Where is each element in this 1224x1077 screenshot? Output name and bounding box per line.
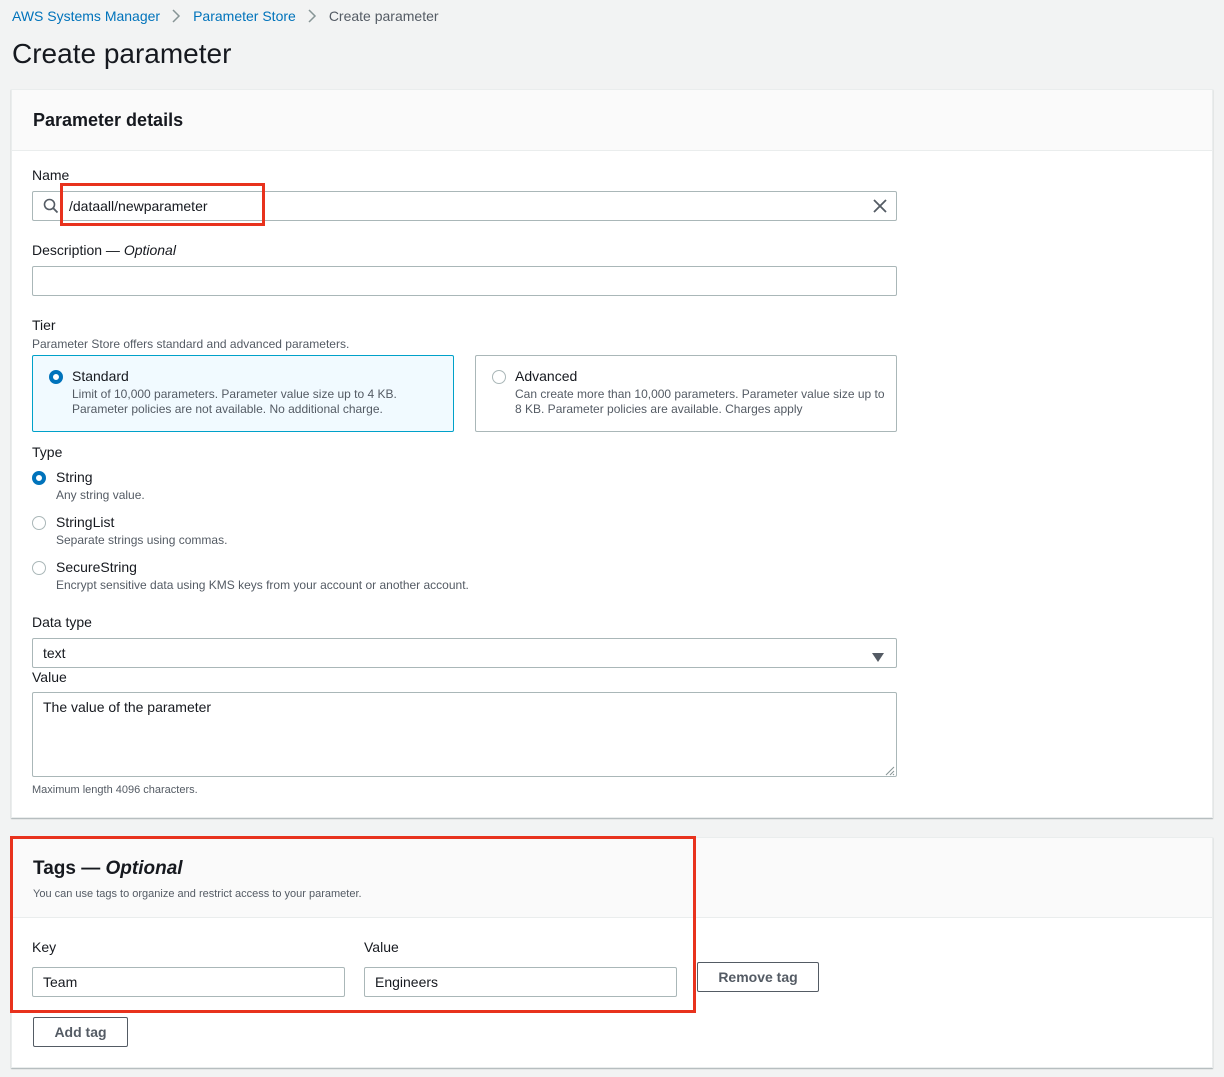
add-tag-button[interactable]: Add tag: [33, 1017, 128, 1047]
tag-key-input[interactable]: [32, 967, 345, 997]
value-label: Value: [32, 669, 67, 685]
parameter-details-heading: Parameter details: [33, 110, 184, 130]
type-string-name: String: [56, 469, 93, 485]
description-label: Description — Optional: [32, 242, 176, 258]
tier-label: Tier: [32, 317, 56, 333]
data-type-value: text: [43, 645, 66, 661]
value-hint: Maximum length 4096 characters.: [32, 784, 198, 796]
breadcrumb: AWS Systems Manager Parameter Store Crea…: [12, 6, 439, 26]
page-title: Create parameter: [12, 38, 232, 69]
parameter-details-panel: Parameter details Name Description — Opt…: [11, 89, 1213, 818]
tier-standard-tile[interactable]: Standard Limit of 10,000 parameters. Par…: [32, 355, 454, 432]
tier-advanced-radio[interactable]: [492, 370, 506, 384]
tier-advanced-desc: Can create more than 10,000 parameters. …: [515, 387, 885, 416]
name-field: [32, 191, 897, 221]
parameter-details-header: Parameter details: [12, 90, 1212, 151]
tag-value-input[interactable]: [364, 967, 677, 997]
type-string-radio[interactable]: [32, 471, 46, 485]
type-label: Type: [32, 444, 63, 460]
name-label: Name: [32, 167, 70, 183]
breadcrumb-link-systems-manager[interactable]: AWS Systems Manager: [12, 8, 160, 24]
type-securestring-radio[interactable]: [32, 561, 46, 575]
type-securestring-desc: Encrypt sensitive data using KMS keys fr…: [56, 578, 469, 592]
resize-grip-icon[interactable]: [883, 763, 895, 776]
close-icon[interactable]: [873, 199, 887, 213]
tier-standard-name: Standard: [72, 368, 129, 384]
type-stringlist-desc: Separate strings using commas.: [56, 533, 228, 547]
type-string-desc: Any string value.: [56, 488, 145, 502]
type-stringlist-name: StringList: [56, 514, 115, 530]
remove-tag-button[interactable]: Remove tag: [697, 962, 819, 992]
tags-header: Tags — Optional You can use tags to orga…: [12, 838, 1212, 918]
breadcrumb-current: Create parameter: [328, 8, 439, 24]
caret-down-icon: [872, 649, 884, 665]
value-textarea[interactable]: [33, 693, 896, 776]
tag-key-label: Key: [32, 939, 57, 955]
type-stringlist-radio[interactable]: [32, 516, 46, 530]
type-securestring-name: SecureString: [56, 559, 137, 575]
tags-panel: Tags — Optional You can use tags to orga…: [11, 837, 1213, 1068]
tier-advanced-tile[interactable]: Advanced Can create more than 10,000 par…: [475, 355, 897, 432]
description-input[interactable]: [32, 266, 897, 296]
search-icon: [43, 198, 59, 214]
chevron-right-icon: [172, 9, 181, 23]
tier-standard-desc: Limit of 10,000 parameters. Parameter va…: [72, 387, 397, 416]
data-type-label: Data type: [32, 614, 92, 630]
value-textarea-frame: [32, 692, 897, 777]
tag-value-label: Value: [364, 939, 399, 955]
tier-hint: Parameter Store offers standard and adva…: [32, 337, 350, 351]
tags-heading: Tags — Optional: [33, 858, 183, 879]
name-input[interactable]: [67, 194, 857, 218]
tier-standard-radio[interactable]: [49, 370, 63, 384]
tier-advanced-name: Advanced: [515, 368, 578, 384]
data-type-select[interactable]: text: [32, 638, 897, 668]
chevron-right-icon: [308, 9, 317, 23]
breadcrumb-link-parameter-store[interactable]: Parameter Store: [193, 8, 296, 24]
tags-hint: You can use tags to organize and restric…: [33, 888, 362, 900]
